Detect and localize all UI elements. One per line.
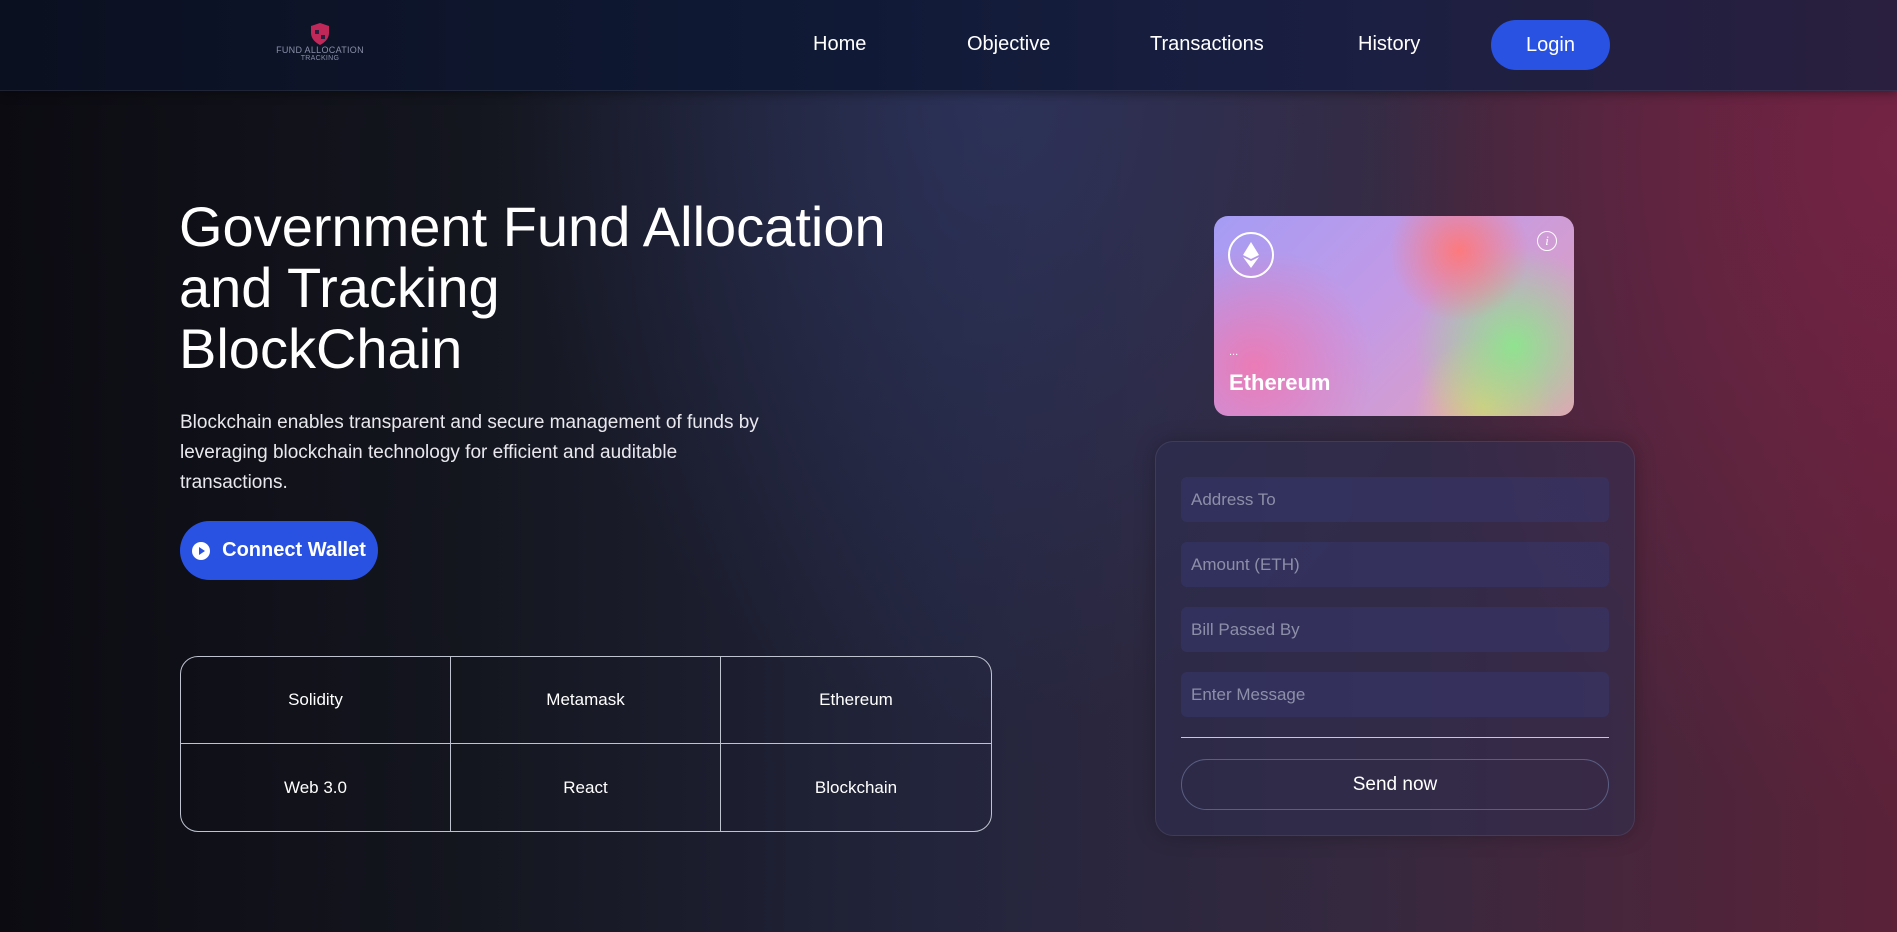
send-now-button[interactable]: Send now [1181,759,1609,810]
form-divider [1181,737,1609,738]
login-button[interactable]: Login [1491,20,1610,70]
tech-cell: Solidity [181,657,451,744]
card-network-name: Ethereum [1229,370,1331,395]
play-circle-icon [192,541,211,560]
ethereum-logo-icon [1228,232,1274,278]
hero-title-line: and Tracking [179,256,500,319]
wallet-address: ... [1229,346,1239,358]
hero-title: Government Fund Allocation and Tracking … [179,196,979,379]
app-logo[interactable]: FUND ALLOCATION TRACKING [268,22,372,66]
tech-cell: Metamask [451,657,721,744]
shield-logo-icon [311,23,329,45]
tech-cell: Blockchain [814,777,898,797]
nav-link-home[interactable]: Home [813,33,866,56]
message-input[interactable] [1181,672,1609,717]
amount-input[interactable] [1181,542,1609,587]
transaction-form: Send now [1155,441,1635,836]
nav-link-history[interactable]: History [1358,33,1420,56]
ethereum-card: i ... Ethereum [1214,216,1574,416]
logo-text-line2: TRACKING [300,55,340,62]
connect-wallet-label: Connect Wallet [222,539,366,561]
info-icon[interactable]: i [1537,231,1557,251]
navbar: FUND ALLOCATION TRACKING Home Objective … [0,0,1897,91]
address-to-input[interactable] [1181,477,1609,522]
hero-title-line: BlockChain [179,317,463,380]
connect-wallet-button[interactable]: Connect Wallet [180,521,378,580]
hero-title-line: Government Fund Allocation [179,195,886,258]
tech-grid: Solidity Metamask Ethereum Web 3.0 React… [180,656,992,832]
logo-text-line1: FUND ALLOCATION [276,45,364,55]
hero-description: Blockchain enables transparent and secur… [180,412,759,493]
tech-cell: Web 3.0 [181,744,451,831]
bill-passed-by-input[interactable] [1181,607,1609,652]
nav-link-objective[interactable]: Objective [967,33,1050,56]
nav-link-transactions[interactable]: Transactions [1150,33,1264,56]
tech-cell: React [451,744,721,831]
tech-cell: Ethereum [721,657,991,744]
